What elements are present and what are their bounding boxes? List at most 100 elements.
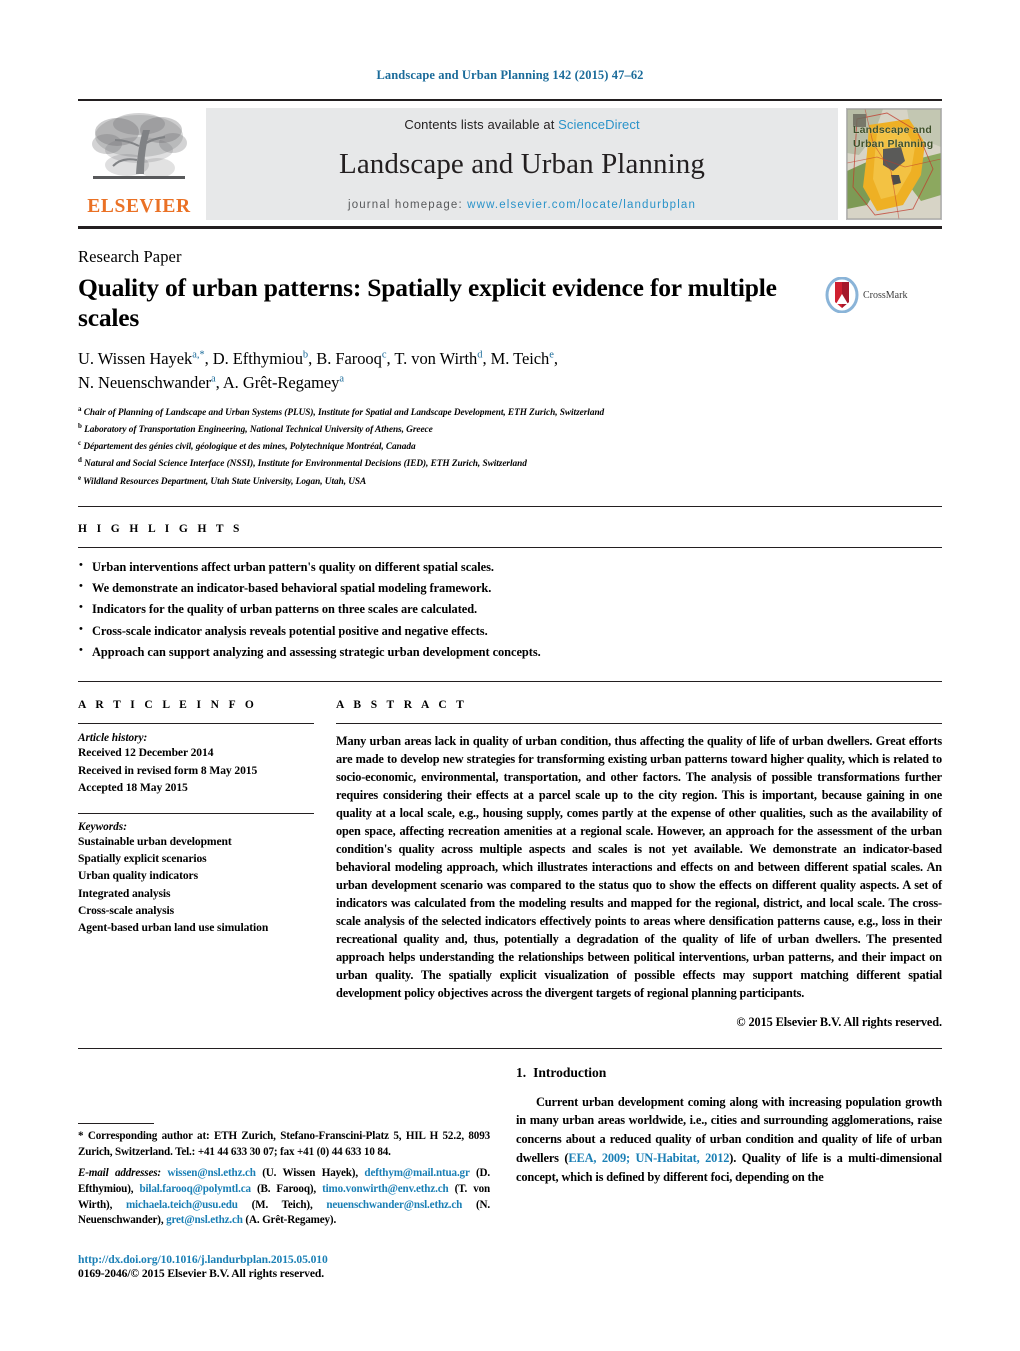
affiliation-mark: c (78, 439, 82, 448)
email-person: (B. Farooq) (256, 1182, 314, 1195)
homepage-url-link[interactable]: www.elsevier.com/locate/landurbplan (467, 199, 696, 211)
running-head: Landscape and Urban Planning 142 (2015) … (376, 68, 644, 82)
author-name: U. Wissen Hayek (78, 349, 193, 369)
journal-homepage-line: journal homepage: www.elsevier.com/locat… (348, 199, 696, 211)
list-item: Cross-scale indicator analysis reveals p… (78, 620, 942, 642)
corresponding-text: Corresponding author at: ETH Zurich, Ste… (78, 1129, 490, 1158)
issn-copyright-line: 0169-2046/© 2015 Elsevier B.V. All right… (78, 1267, 325, 1281)
highlights-rule (78, 546, 942, 548)
masthead-bottom-rule (78, 226, 942, 229)
corresponding-author-note: * Corresponding author at: ETH Zurich, S… (78, 1129, 490, 1161)
email-person: (A. Grêt-Regamey) (245, 1214, 334, 1227)
affiliation-mark: e (78, 473, 82, 482)
author-name: T. von Wirth (394, 349, 478, 369)
affiliation-item: e Wildland Resources Department, Utah St… (78, 473, 942, 490)
abstract-copyright: © 2015 Elsevier B.V. All rights reserved… (736, 1014, 942, 1029)
author-name: N. Neuenschwander (78, 372, 211, 392)
highlights-top-rule (78, 505, 942, 507)
affiliation-item: d Natural and Social Science Interface (… (78, 455, 942, 472)
abstract-rule (336, 723, 942, 725)
journal-masthead: ELSEVIER Contents lists available at Sci… (78, 99, 942, 220)
citation-link[interactable]: EEA, 2009; UN-Habitat, 2012 (568, 1151, 729, 1165)
introduction-paragraph: Current urban development coming along w… (516, 1093, 942, 1187)
email-link[interactable]: michaela.teich@usu.edu (126, 1199, 238, 1211)
author-mark: c (381, 349, 387, 361)
affiliation-mark: d (78, 456, 82, 465)
article-history-label: Article history: (78, 732, 148, 745)
list-item: Approach can support analyzing and asses… (78, 641, 942, 663)
email-link[interactable]: bilal.farooq@polymtl.ca (139, 1183, 251, 1195)
affiliation-item: a Chair of Planning of Landscape and Urb… (78, 404, 942, 421)
elsevier-wordmark: ELSEVIER (87, 196, 191, 217)
cover-title-line-2: Urban Planning (853, 138, 934, 151)
author-mark: b (302, 349, 309, 361)
email-person: (U. Wissen Hayek) (262, 1166, 356, 1179)
body-columns: * Corresponding author at: ETH Zurich, S… (78, 1049, 942, 1281)
footnote-separator-rule (78, 1122, 154, 1124)
keyword-item: Cross-scale analysis (78, 904, 175, 918)
author-mark: a (210, 373, 216, 385)
abstract-heading: A B S T R A C T (336, 699, 468, 712)
article-info-heading: A R T I C L E I N F O (78, 699, 258, 712)
article-info-rule (78, 723, 314, 725)
list-item: We demonstrate an indicator-based behavi… (78, 577, 942, 599)
crossmark-icon (825, 277, 859, 313)
elsevier-tree-icon (92, 113, 187, 179)
article-history-item: Received in revised form 8 May 2015 (78, 763, 258, 777)
keyword-item: Agent-based urban land use simulation (78, 921, 269, 935)
section-title: Introduction (533, 1064, 607, 1080)
affiliation-item: c Département des génies civil, géologiq… (78, 438, 942, 455)
affiliation-item: b Laboratory of Transportation Engineeri… (78, 421, 942, 438)
email-link[interactable]: timo.vonwirth@env.ethz.ch (322, 1183, 449, 1195)
cover-title-line-1: Landscape and (853, 124, 933, 136)
author-mark: a (339, 373, 344, 385)
highlights-list: Urban interventions affect urban pattern… (78, 556, 942, 664)
email-link[interactable]: wissen@nsl.ethz.ch (167, 1167, 256, 1179)
keywords-label: Keywords: (78, 820, 127, 833)
keyword-item: Integrated analysis (78, 886, 171, 900)
affiliation-mark: a (78, 405, 82, 413)
affiliation-text: Laboratory of Transportation Engineering… (84, 425, 433, 436)
article-type-label: Research Paper (78, 247, 182, 266)
affiliation-text: Wildland Resources Department, Utah Stat… (83, 476, 367, 487)
paper-page: Landscape and Urban Planning 142 (2015) … (0, 0, 1020, 1351)
author-mark: d (477, 349, 483, 361)
footnote-column: * Corresponding author at: ETH Zurich, S… (78, 1049, 516, 1281)
doi-link[interactable]: http://dx.doi.org/10.1016/j.landurbplan.… (78, 1253, 490, 1266)
author-name: D. Efthymiou (212, 349, 303, 369)
email-person: (M. Teich) (251, 1198, 311, 1211)
affiliation-text: Chair of Planning of Landscape and Urban… (83, 408, 605, 419)
author-name: M. Teich (490, 349, 550, 369)
keyword-item: Sustainable urban development (78, 834, 232, 848)
email-link[interactable]: gret@nsl.ethz.ch (166, 1214, 243, 1226)
article-info-column: A R T I C L E I N F O Article history: R… (78, 682, 336, 1029)
author-name: A. Grêt-Regamey (222, 372, 340, 392)
affiliation-mark: b (78, 422, 82, 431)
crossmark-badge[interactable]: CrossMark (824, 277, 907, 313)
article-history-item: Accepted 18 May 2015 (78, 781, 188, 795)
author-name: B. Farooq (316, 349, 382, 369)
introduction-column: 1. Introduction Current urban development… (516, 1049, 942, 1281)
sciencedirect-link[interactable]: ScienceDirect (558, 117, 640, 132)
page-title: Quality of urban patterns: Spatially exp… (78, 273, 777, 333)
abstract-column: A B S T R A C T Many urban areas lack in… (336, 682, 942, 1029)
contents-prefix: Contents lists available at (404, 117, 559, 132)
masthead-center-panel: Contents lists available at ScienceDirec… (206, 108, 838, 220)
abstract-text: Many urban areas lack in quality of urba… (336, 734, 942, 1000)
info-abstract-columns: A R T I C L E I N F O Article history: R… (78, 682, 942, 1029)
keyword-item: Urban quality indicators (78, 869, 198, 883)
keyword-item: Spatially explicit scenarios (78, 851, 207, 865)
author-mark: a,* (192, 349, 205, 361)
introduction-heading: 1. Introduction (516, 1065, 942, 1081)
journal-cover-thumbnail: Landscape and Urban Planning (846, 108, 942, 220)
list-item: Indicators for the quality of urban patt… (78, 598, 942, 620)
list-item: Urban interventions affect urban pattern… (78, 556, 942, 578)
article-history-item: Received 12 December 2014 (78, 746, 214, 760)
article-head: Research Paper Quality of urban patterns… (78, 247, 942, 490)
email-link[interactable]: defthym@mail.ntua.gr (364, 1167, 469, 1179)
affiliation-text: Natural and Social Science Interface (NS… (84, 459, 527, 470)
highlights-heading: H I G H L I G H T S (78, 522, 243, 535)
affiliation-list: a Chair of Planning of Landscape and Urb… (78, 404, 942, 490)
email-link[interactable]: neuenschwander@nsl.ethz.ch (326, 1199, 462, 1211)
email-label: E-mail addresses: (78, 1166, 161, 1179)
